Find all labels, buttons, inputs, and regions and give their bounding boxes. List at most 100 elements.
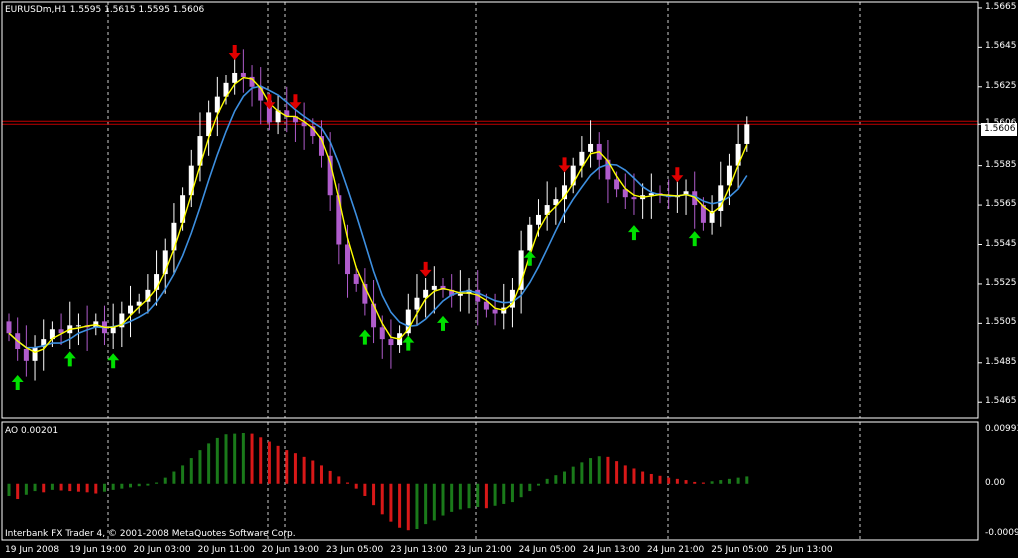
- current-price-label: 1.5606: [981, 123, 1017, 136]
- ao-bar: [354, 483, 358, 489]
- ao-bar: [68, 483, 72, 492]
- candle-body: [457, 293, 463, 296]
- ao-bar: [406, 483, 410, 531]
- ao-bar: [398, 483, 402, 528]
- chart-svg[interactable]: [0, 0, 1018, 558]
- ao-bar: [259, 437, 263, 484]
- candle-body: [414, 297, 420, 310]
- up-arrow-icon: [688, 231, 701, 247]
- ao-tick-label: 0.00: [985, 477, 1006, 488]
- ao-bar: [684, 480, 688, 484]
- ao-bar: [424, 483, 428, 525]
- slow-ma-line: [8, 85, 748, 349]
- down-arrow-icon: [228, 44, 241, 60]
- up-arrow-icon: [358, 329, 371, 345]
- ao-bar: [510, 483, 514, 503]
- ao-bar: [432, 483, 436, 521]
- up-arrow-icon: [437, 315, 449, 331]
- candle-body: [336, 195, 342, 245]
- candle-body: [492, 309, 498, 314]
- ao-bar: [163, 477, 167, 484]
- candle-body: [128, 305, 134, 314]
- ao-bar: [215, 437, 219, 484]
- price-tick-label: 1.5565: [985, 199, 1017, 210]
- time-tick-label: 19 Jun 2008: [5, 545, 60, 555]
- ao-bar: [241, 433, 245, 484]
- candle-body: [388, 339, 394, 346]
- ao-bar: [667, 477, 671, 484]
- current-price-line: [2, 120, 978, 125]
- ao-bar: [554, 475, 558, 484]
- time-tick-label: 25 Jun 05:00: [711, 545, 769, 555]
- candle-body: [75, 325, 81, 327]
- candle-body: [431, 285, 437, 290]
- ao-bar: [224, 434, 228, 484]
- ao-bar: [24, 483, 28, 495]
- ao-bar: [623, 465, 627, 484]
- candle-body: [240, 72, 246, 77]
- ao-bar: [16, 483, 20, 500]
- ao-bar: [328, 470, 332, 484]
- down-arrow-icon: [558, 157, 571, 173]
- ao-bar: [346, 482, 350, 484]
- candle-body: [23, 348, 29, 361]
- down-arrow-icon: [419, 261, 432, 277]
- candle-body: [588, 143, 594, 152]
- ao-bar: [580, 462, 584, 484]
- ao-bar: [519, 483, 523, 498]
- ao-bar: [250, 433, 254, 484]
- time-tick-label: 23 Jun 21:00: [454, 545, 512, 555]
- ao-tick-label: -0.00092: [985, 528, 1018, 538]
- ao-bar: [102, 483, 106, 492]
- ao-bar: [502, 483, 506, 504]
- ao-bar: [571, 466, 575, 484]
- ao-bar: [727, 478, 731, 484]
- ao-bar: [658, 475, 662, 484]
- ao-bar: [493, 483, 497, 506]
- ao-bar: [146, 483, 150, 486]
- ao-bar: [675, 478, 679, 484]
- ao-bar: [42, 483, 46, 493]
- ao-bar: [85, 483, 89, 493]
- ao-bar: [615, 461, 619, 484]
- ao-bar: [94, 483, 98, 494]
- ao-bar: [372, 483, 376, 506]
- up-arrow-icon: [63, 351, 76, 367]
- up-arrow-icon: [627, 225, 640, 241]
- ao-bar: [476, 483, 480, 507]
- candle-body: [32, 347, 38, 361]
- candle-body: [353, 274, 359, 284]
- ao-bar: [233, 433, 237, 484]
- ao-bar: [285, 450, 289, 484]
- up-arrow-icon: [402, 335, 415, 351]
- chart-grid: [107, 2, 861, 540]
- ao-bar: [293, 453, 297, 484]
- ao-bar: [302, 456, 306, 484]
- up-arrow-icon: [11, 374, 24, 390]
- candle-body: [535, 214, 541, 225]
- ao-bar: [693, 481, 697, 484]
- candle-body: [6, 321, 12, 334]
- time-tick-label: 23 Jun 13:00: [390, 545, 448, 555]
- ao-bar: [172, 471, 176, 484]
- ao-bar: [606, 456, 610, 484]
- ao-bar: [589, 458, 593, 484]
- ao-bar: [111, 483, 115, 490]
- price-tick-label: 1.5645: [985, 41, 1017, 52]
- price-tick-label: 1.5665: [985, 1, 1017, 12]
- time-tick-label: 23 Jun 05:00: [326, 545, 384, 555]
- ao-bar: [484, 483, 488, 509]
- ao-bar: [710, 481, 714, 484]
- ao-tick-label: 0.00993: [985, 424, 1018, 434]
- ao-bar: [181, 465, 185, 484]
- ao-bar: [59, 483, 63, 491]
- ao-bar: [389, 483, 393, 522]
- price-tick-label: 1.5545: [985, 238, 1017, 249]
- awesome-oscillator-histogram: [7, 433, 749, 531]
- ao-bar: [415, 483, 419, 529]
- up-arrow-icon: [523, 250, 536, 266]
- ao-bar: [467, 483, 471, 509]
- moving-average-lines: [8, 76, 748, 354]
- candle-body: [614, 179, 620, 190]
- up-arrow-icon: [107, 353, 120, 369]
